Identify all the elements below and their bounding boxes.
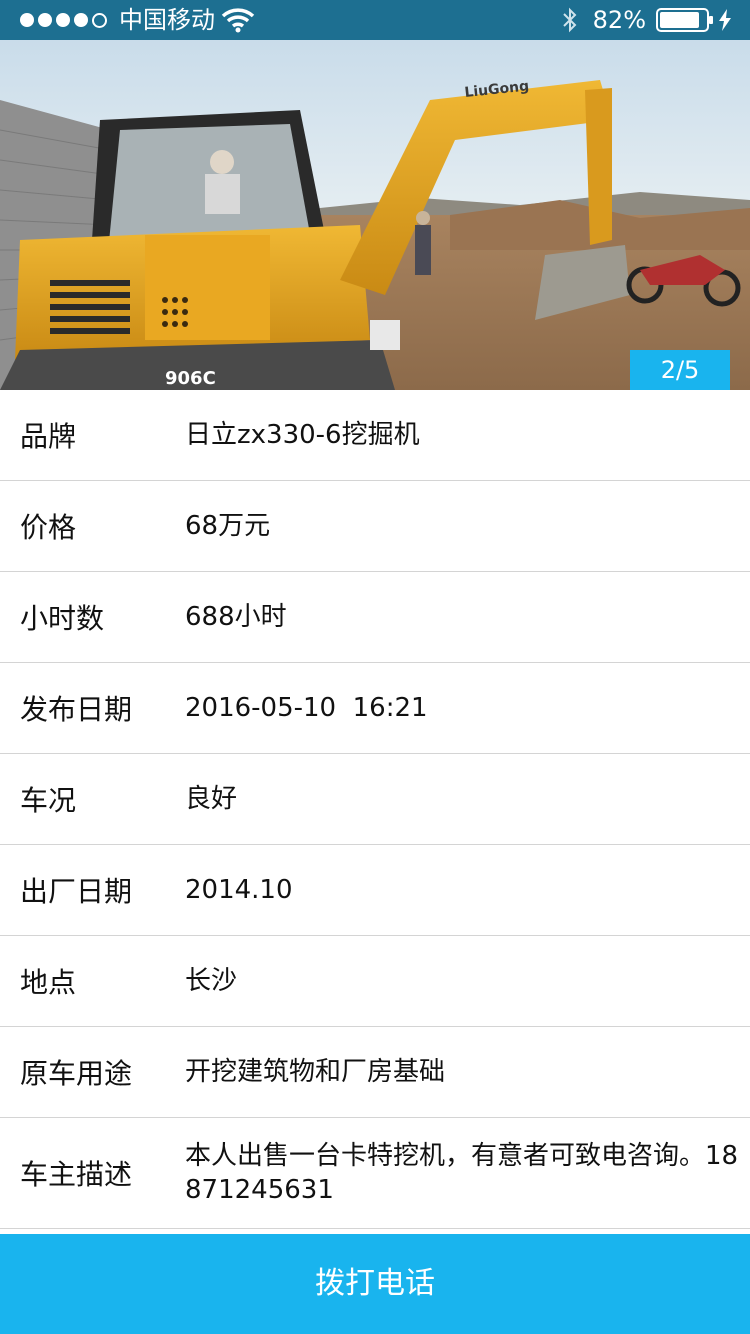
model-decal: 906C [165,368,216,389]
detail-label: 地点 [20,966,77,999]
equipment-photo-gallery[interactable]: 906C LiuGong 2/5 [0,40,750,390]
bluetooth-icon [562,7,577,33]
excavator-photo: 906C LiuGong [0,40,750,390]
detail-value: 68万元 [185,511,271,541]
wifi-icon [221,8,255,33]
detail-value: 开挖建筑物和厂房基础 [185,1057,446,1087]
detail-row-brand: 品牌 日立zx330-6挖掘机 [0,390,750,481]
equipment-details-list: 品牌 日立zx330-6挖掘机 价格 68万元 小时数 688小时 发布日期 2… [0,390,750,1229]
status-bar: 中国移动 82% [0,0,750,40]
detail-label: 发布日期 [20,693,133,726]
gallery-page-indicator: 2/5 [630,350,730,390]
detail-label: 品牌 [20,420,77,453]
detail-row-owner-description: 车主描述 本人出售一台卡特挖机，有意者可致电咨询。18871245631 [0,1118,750,1229]
charging-bolt-icon [719,9,731,31]
carrier-name: 中国移动 [119,6,215,34]
detail-value: 2016-05-10 16:21 [185,693,428,723]
detail-label: 小时数 [20,602,105,635]
detail-value: 688小时 [185,602,287,632]
detail-row-publish-date: 发布日期 2016-05-10 16:21 [0,663,750,754]
call-phone-button[interactable]: 拨打电话 [0,1234,750,1334]
detail-row-manufacture-date: 出厂日期 2014.10 [0,845,750,936]
detail-value: 2014.10 [185,875,293,905]
detail-value: 长沙 [185,966,238,996]
detail-value: 良好 [185,784,238,814]
battery-icon [656,8,713,32]
detail-label: 出厂日期 [20,875,133,908]
detail-label: 车主描述 [20,1158,133,1191]
detail-value: 本人出售一台卡特挖机，有意者可致电咨询。18871245631 [185,1141,739,1205]
detail-row-location: 地点 长沙 [0,936,750,1027]
detail-row-hours: 小时数 688小时 [0,572,750,663]
detail-row-original-use: 原车用途 开挖建筑物和厂房基础 [0,1027,750,1118]
battery-percentage: 82% [592,6,646,34]
detail-label: 原车用途 [20,1057,133,1090]
detail-row-condition: 车况 良好 [0,754,750,845]
detail-label: 车况 [20,784,77,817]
detail-label: 价格 [20,511,77,544]
detail-row-price: 价格 68万元 [0,481,750,572]
detail-value: 日立zx330-6挖掘机 [185,420,420,450]
cell-signal-icon [20,12,111,28]
